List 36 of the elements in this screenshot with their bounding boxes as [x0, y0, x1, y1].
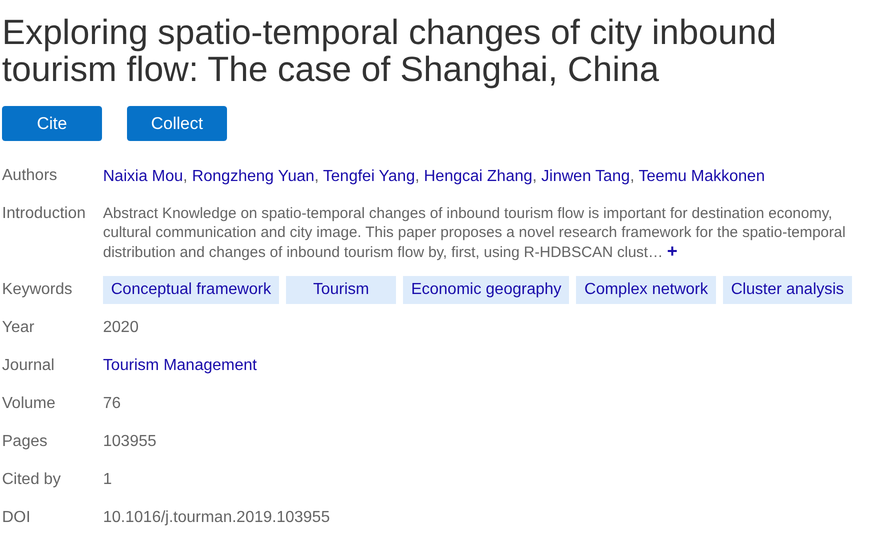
author-link[interactable]: Jinwen Tang	[541, 168, 630, 184]
field-value: 2020	[103, 319, 139, 336]
author-link[interactable]: Teemu Makkonen	[638, 168, 765, 184]
field-value: 76	[103, 395, 121, 412]
field-label: Year	[2, 318, 36, 338]
field-label: Pages	[2, 432, 48, 452]
keyword-tag[interactable]: Economic geography	[403, 276, 570, 304]
field-label: Volume	[2, 394, 56, 414]
field-value: 1	[103, 471, 112, 488]
separator: ,	[414, 168, 420, 184]
field-label: DOI	[2, 508, 32, 528]
separator: ,	[183, 168, 188, 184]
keyword-tag[interactable]: Complex network	[576, 276, 716, 304]
separator: ,	[532, 168, 537, 184]
article-title: Exploring spatio-temporal changes of city inbound tourism flow: The case of Shanghai, China	[2, 14, 778, 88]
author-link[interactable]: Hengcai Zhang	[424, 168, 532, 184]
keyword-tag[interactable]: Tourism	[286, 276, 396, 304]
keyword-tag[interactable]: Cluster analysis	[723, 276, 852, 304]
field-label: Cited by	[2, 470, 62, 490]
journal-link[interactable]: Tourism Management	[103, 357, 257, 374]
expand-button[interactable]: +	[662, 242, 678, 260]
field-value: 10.1016/j.tourman.2019.103955	[103, 509, 330, 526]
field-label: Introduction	[2, 204, 87, 224]
abstract-text: Abstract Knowledge on spatio-temporal changes of inbound tourism flow is important for destination economy, cultural communication and city image. This paper proposes a novel research framework for the spatio-temporal distribution and changes of inbound tourism flow by, first, using R-HDBSCAN clust… +	[103, 204, 847, 262]
field-value: 103955	[103, 433, 156, 450]
author-link[interactable]: Naixia Mou	[103, 168, 184, 184]
field-label: Authors	[2, 166, 58, 186]
separator: ,	[630, 168, 634, 184]
author-link[interactable]: Tengfei Yang	[323, 168, 415, 184]
cite-button[interactable]: Cite	[2, 106, 102, 141]
separator: ,	[314, 168, 319, 184]
author-link[interactable]: Rongzheng Yuan	[192, 168, 314, 184]
collect-button[interactable]: Collect	[127, 106, 227, 141]
keyword-tag[interactable]: Conceptual framework	[103, 276, 280, 304]
field-label: Journal	[2, 356, 56, 376]
field-label: Keywords	[2, 280, 74, 300]
